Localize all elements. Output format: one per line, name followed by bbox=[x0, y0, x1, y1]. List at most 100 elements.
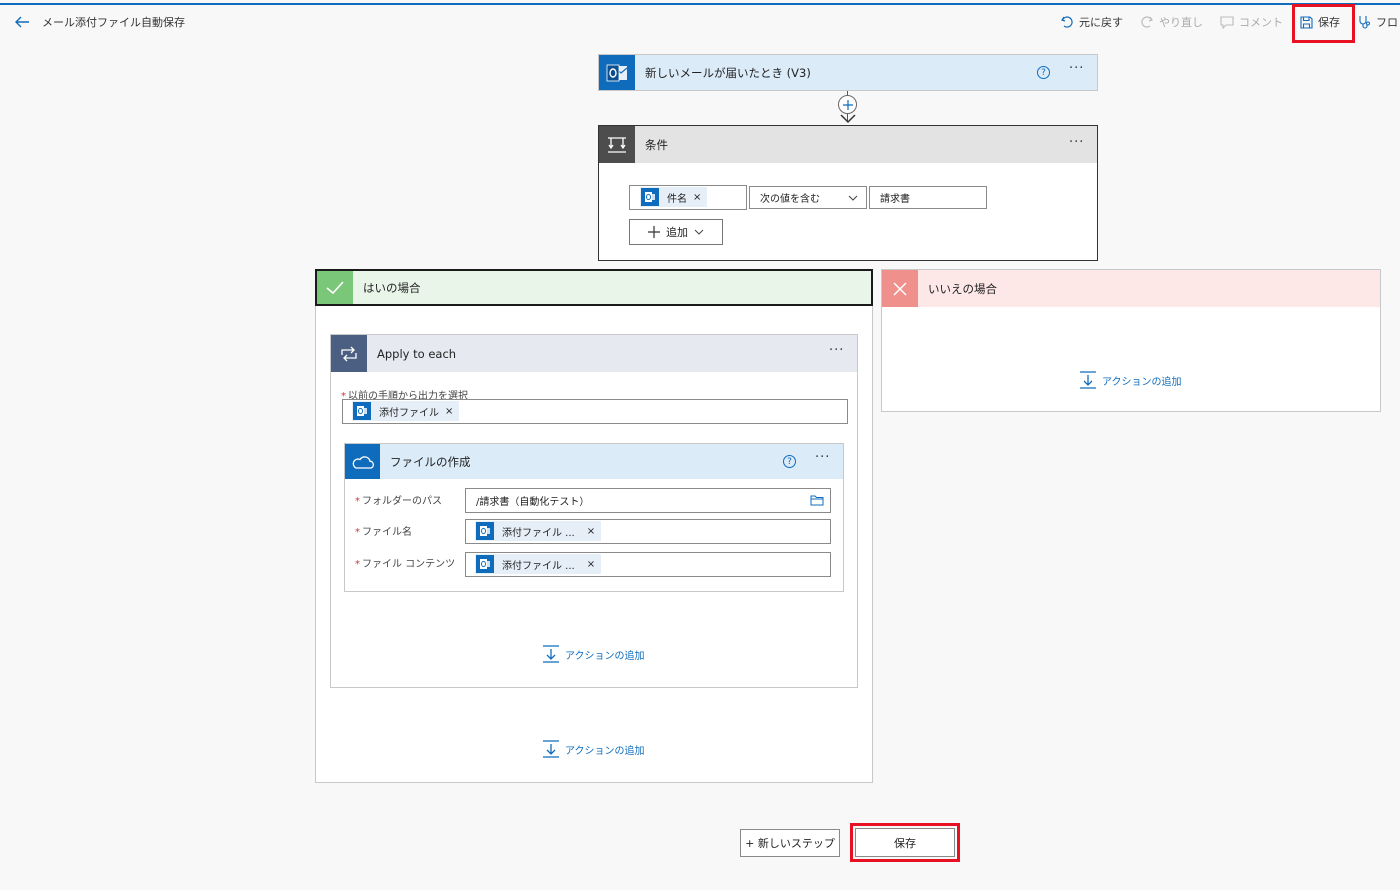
plus-icon bbox=[842, 99, 853, 110]
subject-token[interactable]: 件名 × bbox=[640, 187, 708, 207]
trigger-card-header: 新しいメールが届いたとき (V3) bbox=[599, 55, 1097, 90]
outlook-icon bbox=[476, 555, 494, 573]
connector-arrow-icon bbox=[840, 114, 856, 124]
create-file-card[interactable]: ファイルの作成 ? ··· * フォルダーのパス /請求書（自動化テスト） * ファ… bbox=[344, 443, 844, 592]
no-branch-header: いいえの場合 bbox=[882, 270, 1380, 307]
more-options-icon[interactable]: ··· bbox=[829, 343, 844, 358]
remove-token-icon[interactable]: × bbox=[445, 406, 453, 417]
footer-save-button[interactable]: 保存 bbox=[855, 828, 955, 857]
yes-add-action-link[interactable]: アクションの追加 bbox=[542, 740, 645, 758]
save-button[interactable]: 保存 bbox=[1300, 13, 1340, 31]
help-icon[interactable]: ? bbox=[783, 455, 796, 468]
file-name-input[interactable]: 添付ファイル ... × bbox=[465, 519, 831, 544]
attachment-name-token[interactable]: 添付ファイル ... × bbox=[475, 521, 602, 541]
create-file-header: ファイルの作成 bbox=[345, 444, 843, 479]
add-action-icon bbox=[543, 740, 559, 758]
remove-token-icon[interactable]: × bbox=[587, 559, 595, 570]
apply-to-each-title: Apply to each bbox=[377, 346, 457, 361]
no-branch-card[interactable]: いいえの場合 アクションの追加 bbox=[881, 269, 1381, 412]
outlook-icon bbox=[641, 188, 659, 206]
more-options-icon[interactable]: ··· bbox=[1069, 61, 1084, 76]
comment-icon bbox=[1220, 15, 1234, 29]
no-branch-title: いいえの場合 bbox=[928, 281, 997, 296]
condition-operator-dropdown[interactable]: 次の値を含む bbox=[749, 186, 867, 209]
undo-icon bbox=[1061, 16, 1073, 28]
condition-icon bbox=[599, 126, 635, 163]
condition-left-operand[interactable]: 件名 × bbox=[629, 185, 747, 210]
redo-label: やり直し bbox=[1159, 16, 1203, 29]
loop-add-action-link[interactable]: アクションの追加 bbox=[542, 645, 645, 663]
condition-operator-value: 次の値を含む bbox=[760, 194, 820, 205]
trigger-title: 新しいメールが届いたとき (V3) bbox=[645, 65, 811, 80]
more-options-icon[interactable]: ··· bbox=[1069, 135, 1084, 150]
condition-card-header: 条件 bbox=[599, 126, 1097, 163]
file-content-label-text: ファイル コンテンツ bbox=[362, 559, 456, 570]
remove-token-icon[interactable]: × bbox=[587, 526, 595, 537]
flow-checker-label: フロ bbox=[1376, 16, 1398, 29]
comment-label: コメント bbox=[1239, 16, 1283, 29]
condition-card[interactable]: 条件 ··· 件名 × 次の値を含む 請求書 追加 bbox=[598, 125, 1098, 261]
flow-checker-button[interactable]: フロ bbox=[1357, 13, 1398, 31]
yes-branch-title: はいの場合 bbox=[363, 280, 421, 295]
add-action-icon bbox=[543, 645, 559, 663]
trigger-card[interactable]: 新しいメールが届いたとき (V3) ? ··· bbox=[598, 54, 1098, 91]
undo-label: 元に戻す bbox=[1079, 16, 1123, 29]
flow-title: メール添付ファイル自動保存 bbox=[42, 16, 185, 29]
apply-to-each-header: Apply to each bbox=[331, 335, 857, 372]
stethoscope-icon bbox=[1359, 16, 1370, 29]
redo-button[interactable]: やり直し bbox=[1140, 13, 1203, 31]
outlook-icon bbox=[353, 402, 371, 420]
select-output-field[interactable]: 添付ファイル × bbox=[342, 399, 848, 424]
yes-branch-header[interactable]: はいの場合 bbox=[315, 269, 873, 306]
file-name-label-text: ファイル名 bbox=[362, 527, 412, 538]
insert-step-button[interactable] bbox=[838, 95, 857, 114]
close-icon bbox=[882, 270, 918, 307]
file-content-label: * ファイル コンテンツ bbox=[355, 559, 456, 570]
back-button[interactable] bbox=[14, 13, 30, 31]
subject-token-label: 件名 bbox=[667, 193, 687, 205]
chevron-down-icon bbox=[694, 229, 704, 235]
create-file-title: ファイルの作成 bbox=[390, 454, 471, 469]
no-add-action-link[interactable]: アクションの追加 bbox=[1079, 371, 1182, 389]
outlook-icon bbox=[476, 522, 494, 540]
new-step-button[interactable]: + 新しいステップ bbox=[740, 829, 840, 857]
condition-title: 条件 bbox=[645, 137, 668, 152]
yes-add-action-label: アクションの追加 bbox=[565, 745, 645, 757]
remove-token-icon[interactable]: × bbox=[693, 192, 701, 203]
loop-add-action-label: アクションの追加 bbox=[565, 650, 645, 662]
save-icon bbox=[1300, 15, 1313, 29]
folder-path-label: * フォルダーのパス bbox=[355, 496, 442, 507]
loop-icon bbox=[331, 335, 367, 372]
onedrive-icon bbox=[345, 444, 380, 479]
condition-value-input[interactable]: 請求書 bbox=[869, 186, 987, 209]
folder-path-label-text: フォルダーのパス bbox=[362, 496, 442, 507]
file-content-input[interactable]: 添付ファイル ... × bbox=[465, 552, 831, 577]
attachments-token-label: 添付ファイル bbox=[379, 407, 439, 419]
folder-path-input[interactable]: /請求書（自動化テスト） bbox=[465, 488, 831, 513]
new-step-label: + 新しいステップ bbox=[745, 837, 835, 850]
help-icon[interactable]: ? bbox=[1037, 66, 1050, 79]
folder-path-value: /請求書（自動化テスト） bbox=[476, 497, 590, 508]
back-arrow-icon bbox=[15, 16, 29, 28]
condition-value: 請求書 bbox=[880, 194, 910, 205]
attachment-content-token[interactable]: 添付ファイル ... × bbox=[475, 554, 602, 574]
no-add-action-label: アクションの追加 bbox=[1102, 376, 1182, 388]
more-options-icon[interactable]: ··· bbox=[815, 450, 830, 465]
plus-icon bbox=[648, 226, 660, 238]
attachment-content-token-label: 添付ファイル ... bbox=[502, 560, 575, 572]
undo-button[interactable]: 元に戻す bbox=[1060, 13, 1123, 31]
save-label: 保存 bbox=[1318, 16, 1340, 29]
apply-to-each-card[interactable]: Apply to each ··· * 以前の手順から出力を選択 添付ファイル ×… bbox=[330, 334, 858, 688]
footer-save-label: 保存 bbox=[894, 836, 916, 850]
add-action-icon bbox=[1080, 371, 1096, 389]
outlook-icon bbox=[599, 55, 635, 90]
attachment-name-token-label: 添付ファイル ... bbox=[502, 527, 575, 539]
folder-icon[interactable] bbox=[810, 495, 824, 506]
comment-button[interactable]: コメント bbox=[1220, 13, 1283, 31]
file-name-label: * ファイル名 bbox=[355, 527, 412, 538]
condition-add-label: 追加 bbox=[666, 226, 688, 239]
chevron-down-icon bbox=[848, 195, 858, 201]
condition-add-button[interactable]: 追加 bbox=[629, 219, 723, 245]
check-icon bbox=[317, 271, 353, 304]
attachments-token[interactable]: 添付ファイル × bbox=[352, 401, 460, 421]
